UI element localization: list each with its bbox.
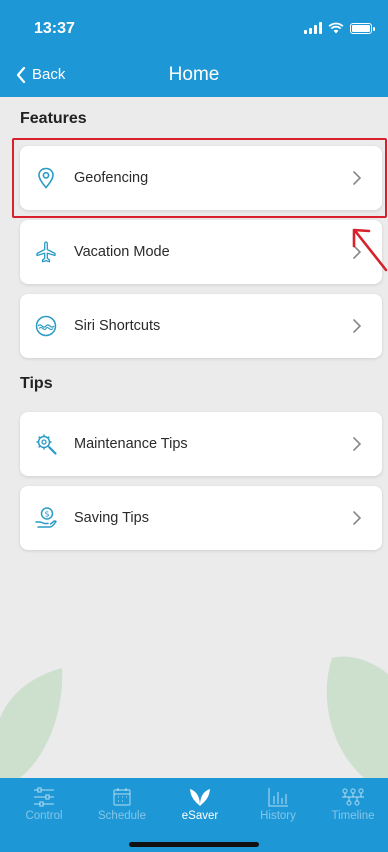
page-title: Home bbox=[168, 64, 220, 85]
gear-search-icon bbox=[34, 432, 58, 456]
home-indicator bbox=[129, 842, 259, 847]
tab-history[interactable]: History bbox=[243, 786, 313, 822]
tab-schedule[interactable]: Schedule bbox=[87, 786, 157, 822]
status-time: 13:37 bbox=[34, 20, 75, 37]
card-label: Geofencing bbox=[74, 170, 149, 186]
card-vacation-mode[interactable]: Vacation Mode bbox=[20, 220, 382, 284]
card-label: Maintenance Tips bbox=[74, 436, 188, 452]
timeline-icon bbox=[318, 786, 388, 808]
sliders-icon bbox=[9, 786, 79, 808]
card-saving-tips[interactable]: $ Saving Tips bbox=[20, 486, 382, 550]
chevron-right-icon bbox=[350, 319, 364, 333]
hand-dollar-icon: $ bbox=[34, 506, 58, 530]
section-title-features: Features bbox=[20, 110, 87, 127]
tab-label: Schedule bbox=[98, 810, 146, 822]
leaf-decoration-right bbox=[326, 656, 388, 778]
chevron-right-icon bbox=[350, 171, 364, 185]
wifi-icon bbox=[328, 22, 344, 34]
tab-esaver[interactable]: eSaver bbox=[165, 786, 235, 822]
chevron-right-icon bbox=[350, 511, 364, 525]
tab-timeline[interactable]: Timeline bbox=[318, 786, 388, 822]
tab-control[interactable]: Control bbox=[9, 786, 79, 822]
calendar-icon bbox=[87, 786, 157, 808]
header-bar: 13:37 Back Home bbox=[0, 0, 388, 97]
battery-icon bbox=[350, 22, 375, 34]
location-pin-icon bbox=[34, 166, 58, 190]
siri-icon bbox=[34, 314, 58, 338]
airplane-icon bbox=[34, 240, 58, 264]
card-maintenance-tips[interactable]: Maintenance Tips bbox=[20, 412, 382, 476]
card-label: Saving Tips bbox=[74, 510, 149, 526]
signal-icon bbox=[304, 22, 322, 34]
tab-label: History bbox=[260, 810, 296, 822]
status-icons bbox=[304, 22, 375, 34]
tab-bar: Control Schedule eSaver History Timeline bbox=[0, 778, 388, 852]
section-title-tips: Tips bbox=[20, 375, 53, 392]
leaf-icon bbox=[165, 786, 235, 808]
tab-label: Timeline bbox=[331, 810, 375, 822]
tab-label: Control bbox=[25, 810, 63, 822]
card-label: Vacation Mode bbox=[74, 244, 170, 260]
svg-text:$: $ bbox=[44, 510, 49, 519]
tab-label: eSaver bbox=[181, 810, 219, 822]
card-siri-shortcuts[interactable]: Siri Shortcuts bbox=[20, 294, 382, 358]
chevron-right-icon bbox=[350, 437, 364, 451]
annotation-arrow-icon bbox=[352, 228, 388, 272]
card-geofencing[interactable]: Geofencing bbox=[20, 146, 382, 210]
bar-chart-icon bbox=[243, 786, 313, 808]
card-label: Siri Shortcuts bbox=[74, 318, 161, 334]
leaf-decoration-left bbox=[0, 668, 63, 778]
